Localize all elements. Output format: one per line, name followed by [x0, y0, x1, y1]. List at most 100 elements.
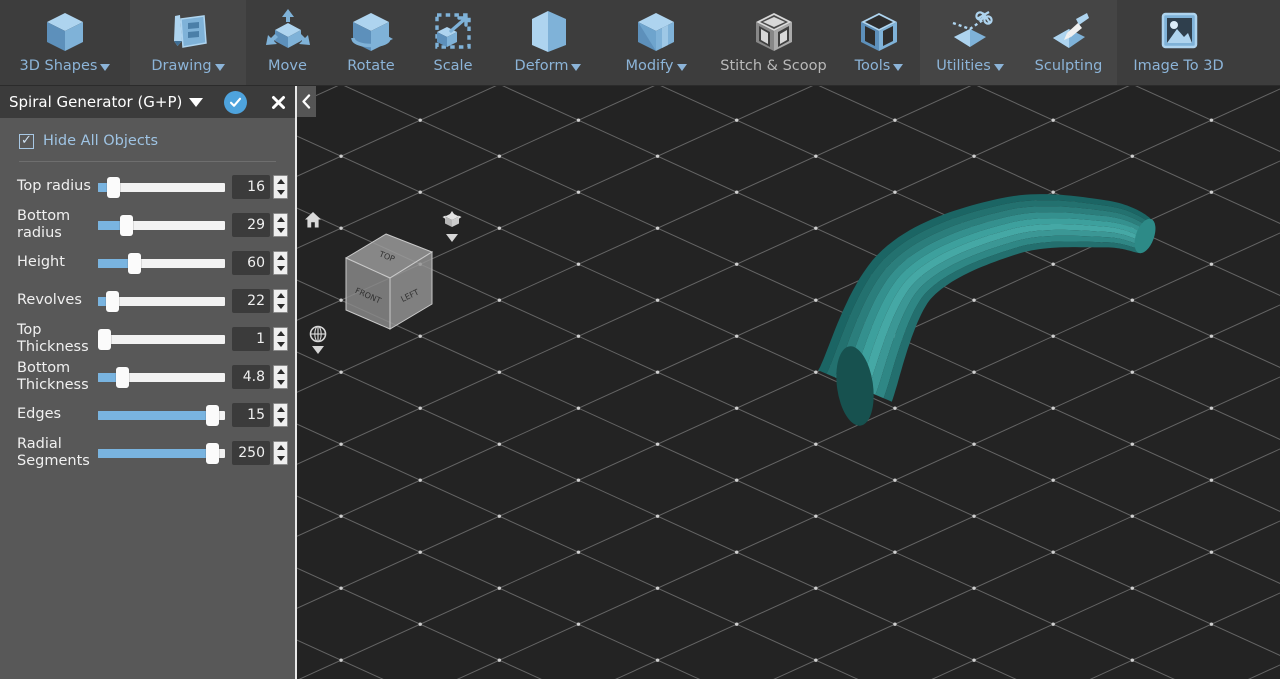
value-input-top-thickness[interactable]: 1 [232, 326, 270, 351]
spinner-top-thickness[interactable] [273, 326, 288, 351]
chevron-down-icon[interactable] [893, 63, 904, 71]
spinner-radial-segments[interactable] [273, 440, 288, 465]
panel-collapse-button[interactable] [297, 86, 316, 117]
home-view-icon[interactable] [303, 210, 323, 230]
toolbar-item-stitch-scoop[interactable]: Stitch & Scoop [709, 0, 838, 85]
toolbar-item-rotate[interactable]: Rotate [329, 0, 413, 85]
stitch-scoop-cube-icon [746, 6, 802, 58]
toolbar-item-sculpting[interactable]: Sculpting [1020, 0, 1117, 85]
slider-track [98, 334, 225, 344]
spinner-down-icon[interactable] [276, 303, 285, 309]
cube-icon [37, 6, 93, 58]
toolbar-item-label: 3D Shapes [20, 58, 111, 78]
pivot-target-icon[interactable] [308, 324, 328, 354]
tools-cube-icon [851, 6, 907, 58]
slider-radial-segments[interactable] [98, 442, 225, 464]
value-input-top-radius[interactable]: 16 [232, 174, 270, 199]
toolbar-item-deform[interactable]: Deform [493, 0, 603, 85]
slider-handle[interactable] [127, 252, 141, 274]
spinner-up-icon[interactable] [276, 330, 285, 336]
spinner-up-icon[interactable] [276, 254, 285, 260]
spinner-up-icon[interactable] [276, 216, 285, 222]
slider-handle[interactable] [206, 442, 220, 464]
toolbar-item-3d-shapes[interactable]: 3D Shapes [0, 0, 130, 85]
spinner-bottom-thickness[interactable] [273, 364, 288, 389]
parameter-list: Top radius 16 Bottom radius 29 Height 60 Revol… [0, 168, 295, 471]
slider-bottom-radius[interactable] [98, 214, 225, 236]
close-button[interactable] [267, 91, 289, 113]
slider-handle[interactable] [119, 214, 133, 236]
parameter-row-radial-segments: Radial Segments 250 [0, 434, 295, 471]
toolbar-item-utilities[interactable]: Utilities [920, 0, 1020, 85]
toolbar-item-modify[interactable]: Modify [603, 0, 709, 85]
spinner-up-icon[interactable] [276, 178, 285, 184]
spinner-down-icon[interactable] [276, 455, 285, 461]
spinner-up-icon[interactable] [276, 368, 285, 374]
toolbar-item-label: Stitch & Scoop [720, 58, 826, 78]
view-cube-dropdown-caret[interactable] [446, 234, 458, 242]
chevron-down-icon[interactable] [214, 63, 225, 71]
view-cube-icon[interactable] [441, 210, 463, 242]
toolbar-item-image-to-3d[interactable]: Image To 3D [1117, 0, 1240, 85]
hide-all-objects-checkbox[interactable]: ✓ Hide All Objects [0, 127, 295, 155]
value-input-bottom-thickness[interactable]: 4.8 [232, 364, 270, 389]
slider-handle[interactable] [98, 328, 111, 350]
spinner-down-icon[interactable] [276, 379, 285, 385]
chevron-down-icon[interactable] [993, 63, 1004, 71]
toolbar-item-text: Sculpting [1034, 58, 1103, 74]
modify-cube-icon [628, 6, 684, 58]
spinner-up-icon[interactable] [276, 406, 285, 412]
value-input-height[interactable]: 60 [232, 250, 270, 275]
toolbar-item-drawing[interactable]: Drawing [130, 0, 246, 85]
spinner-down-icon[interactable] [276, 417, 285, 423]
spinner-top-radius[interactable] [273, 174, 288, 199]
toolbar-item-label: Rotate [347, 58, 394, 78]
slider-handle[interactable] [105, 290, 119, 312]
spinner-revolves[interactable] [273, 288, 288, 313]
chevron-down-icon[interactable] [676, 63, 687, 71]
chevron-down-icon[interactable] [189, 97, 204, 107]
spinner-down-icon[interactable] [276, 227, 285, 233]
slider-handle[interactable] [107, 176, 121, 198]
pivot-dropdown-caret[interactable] [312, 346, 324, 354]
spinner-up-icon[interactable] [276, 292, 285, 298]
parameter-label: Edges [17, 406, 62, 422]
value-input-radial-segments[interactable]: 250 [232, 440, 270, 465]
slider-bottom-thickness[interactable] [98, 366, 225, 388]
confirm-button[interactable] [224, 90, 248, 114]
slider-fill [98, 410, 213, 420]
spinner-edges[interactable] [273, 402, 288, 427]
toolbar-item-label: Deform [515, 58, 582, 78]
slider-top-radius[interactable] [98, 176, 225, 198]
slider-handle[interactable] [116, 366, 130, 388]
spinner-height[interactable] [273, 250, 288, 275]
sculpting-chisel-icon [1041, 6, 1097, 58]
chevron-down-icon[interactable] [100, 63, 111, 71]
slider-edges[interactable] [98, 404, 225, 426]
spinner-down-icon[interactable] [276, 265, 285, 271]
value-input-revolves[interactable]: 22 [232, 288, 270, 313]
slider-revolves[interactable] [98, 290, 225, 312]
toolbar-item-text: Tools [854, 58, 891, 74]
spinner-down-icon[interactable] [276, 341, 285, 347]
toolbar-item-tools[interactable]: Tools [838, 0, 920, 85]
parameter-row-bottom-thickness: Bottom Thickness 4.8 [0, 358, 295, 395]
checkbox-box: ✓ [19, 133, 34, 149]
toolbar-item-move[interactable]: Move [246, 0, 329, 85]
spinner-bottom-radius[interactable] [273, 212, 288, 237]
panel-title: Spiral Generator (G+P) [9, 93, 183, 111]
drawing-pencil-icon [160, 6, 216, 58]
parameter-label: Top Thickness [17, 321, 89, 355]
toolbar-item-scale[interactable]: Scale [413, 0, 493, 85]
parameter-row-revolves: Revolves 22 [0, 282, 295, 319]
hide-all-objects-label: Hide All Objects [43, 133, 159, 149]
slider-height[interactable] [98, 252, 225, 274]
chevron-down-icon[interactable] [571, 63, 582, 71]
navigation-cube[interactable]: TOP FRONT LEFT [340, 226, 440, 336]
spinner-down-icon[interactable] [276, 189, 285, 195]
slider-handle[interactable] [206, 404, 220, 426]
spinner-up-icon[interactable] [276, 444, 285, 450]
value-input-bottom-radius[interactable]: 29 [232, 212, 270, 237]
value-input-edges[interactable]: 15 [232, 402, 270, 427]
slider-top-thickness[interactable] [98, 328, 225, 350]
